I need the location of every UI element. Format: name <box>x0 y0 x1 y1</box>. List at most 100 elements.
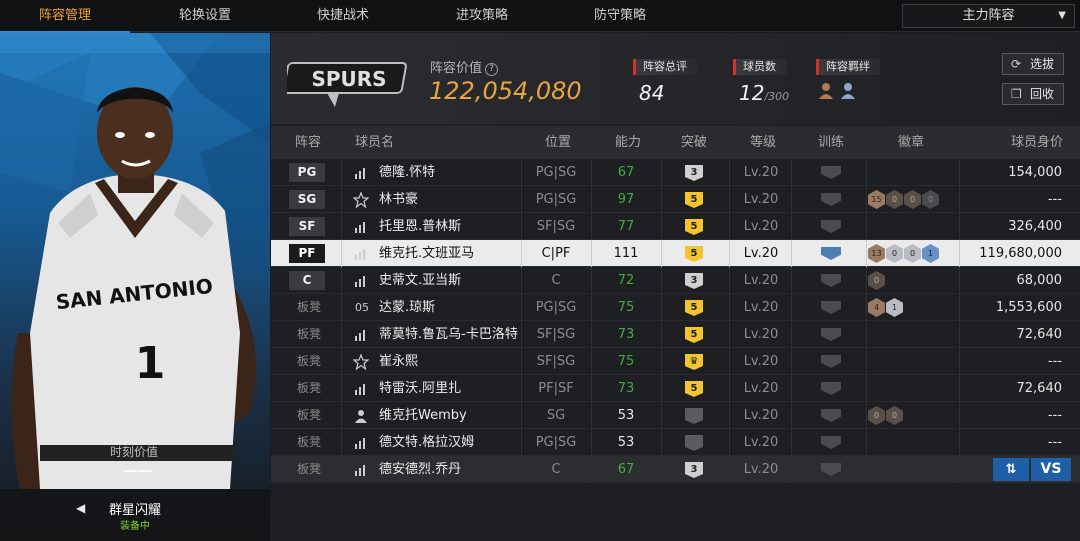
badge-group[interactable]: 41 <box>868 298 904 317</box>
recycle-button[interactable]: ❐ 回收 <box>1002 83 1064 105</box>
copy-icon: ❐ <box>1011 87 1022 101</box>
col-level[interactable]: 等级 <box>750 126 776 159</box>
swap-button[interactable]: ⇅ <box>993 458 1029 481</box>
training-crown-icon[interactable] <box>821 247 841 260</box>
divider <box>661 159 662 186</box>
col-lineup: 阵容 <box>295 135 322 150</box>
player-positions: PG|SG <box>535 192 577 207</box>
player-level: Lv.20 <box>743 192 779 207</box>
help-icon[interactable]: ? <box>485 63 499 76</box>
breakthrough-badge: 5 <box>685 192 703 208</box>
player-name[interactable]: 蒂莫特.鲁瓦乌-卡巴洛特 <box>379 321 518 348</box>
divider <box>729 402 730 429</box>
player-ability: 73 <box>617 381 635 396</box>
table-row[interactable]: 板凳 崔永熙 SF|SG 75 ♛ Lv.20 --- <box>271 348 1080 375</box>
table-row[interactable]: 板凳 蒂莫特.鲁瓦乌-卡巴洛特 SF|SG 73 5 Lv.20 72,640 <box>271 321 1080 348</box>
badge-icon: 0 <box>868 406 885 425</box>
divider <box>791 348 792 375</box>
col-badges[interactable]: 徽章 <box>898 126 924 159</box>
table-row[interactable]: C 史蒂文.亚当斯 C 72 3 Lv.20 0 68,000 <box>271 267 1080 294</box>
divider <box>341 456 342 483</box>
player-name[interactable]: 托里恩.普林斯 <box>379 213 461 240</box>
badge-group[interactable]: 0 <box>868 271 886 290</box>
training-icon[interactable] <box>821 436 841 449</box>
player-ability: 53 <box>617 408 635 423</box>
training-icon[interactable] <box>821 220 841 233</box>
tab-offense-strategy[interactable]: 进攻策略 <box>417 0 547 32</box>
vs-compare-button[interactable]: VS <box>1031 458 1071 481</box>
divider <box>729 213 730 240</box>
player-name[interactable]: 特雷沃.阿里扎 <box>379 375 461 402</box>
col-player-value[interactable]: 球员身价 <box>1011 126 1063 159</box>
lineup-value: 122,054,080 <box>429 77 582 105</box>
badge-group[interactable]: 00 <box>868 406 904 425</box>
training-icon[interactable] <box>821 409 841 422</box>
training-icon[interactable] <box>821 274 841 287</box>
player-level: Lv.20 <box>743 219 779 234</box>
divider <box>341 375 342 402</box>
table-row[interactable]: SG 林书豪 PG|SG 97 5 Lv.20 15 0 0 0 --- <box>271 186 1080 213</box>
draft-button[interactable]: ⟳ 选拔 <box>1002 53 1064 75</box>
table-row[interactable]: PF 维克托.文班亚马 C|PF 111 5 Lv.20 13 0 0 1 119,680,000 <box>271 240 1080 267</box>
training-icon[interactable] <box>821 355 841 368</box>
player-capacity: /300 <box>764 90 790 103</box>
table-row[interactable]: SF 托里恩.普林斯 SF|SG 77 5 Lv.20 326,400 <box>271 213 1080 240</box>
table-row[interactable]: 板凳 维克托Wemby SG 53 Lv.20 0 0 --- <box>271 402 1080 429</box>
player-name[interactable]: 维克托.文班亚马 <box>379 240 474 267</box>
player-level: Lv.20 <box>743 273 779 288</box>
table-row[interactable]: 板凳 05 达蒙.琼斯 PG|SG 75 5 Lv.20 4 1 1,553,600 <box>271 294 1080 321</box>
player-name[interactable]: 维克托Wemby <box>379 402 467 429</box>
player-positions: PG|SG <box>535 300 577 315</box>
divider <box>729 321 730 348</box>
player-name[interactable]: 德安德烈.乔丹 <box>379 456 461 483</box>
divider <box>866 186 867 213</box>
col-ability[interactable]: 能力 <box>615 126 641 159</box>
lineup-select[interactable]: 主力阵容 ▼ <box>902 4 1075 28</box>
divider <box>341 321 342 348</box>
player-portrait: SAN ANTONIO 1 <box>11 87 256 489</box>
player-level: Lv.20 <box>743 462 779 477</box>
lineup-value-label-text: 阵容价值 <box>430 61 483 76</box>
badge-group[interactable]: 13 0 0 1 <box>868 244 940 263</box>
training-icon[interactable] <box>821 166 841 179</box>
col-breakthrough[interactable]: 突破 <box>681 126 707 159</box>
table-body: PG 德隆.怀特 PG|SG 67 3 Lv.20 154,000 SG 林书豪 PG|SG 97 5… <box>271 159 1080 483</box>
player-name[interactable]: 德隆.怀特 <box>379 159 435 186</box>
player-name[interactable]: 达蒙.琼斯 <box>379 294 435 321</box>
divider <box>661 456 662 483</box>
breakthrough-badge: 3 <box>685 462 703 478</box>
tab-rotation-settings[interactable]: 轮换设置 <box>140 0 270 32</box>
divider <box>341 348 342 375</box>
tab-lineup-management[interactable]: 阵容管理 <box>0 0 130 33</box>
table-row[interactable]: PG 德隆.怀特 PG|SG 67 3 Lv.20 154,000 <box>271 159 1080 186</box>
player-ability: 53 <box>617 435 635 450</box>
player-count: 12 <box>739 81 765 105</box>
col-position[interactable]: 位置 <box>545 126 571 159</box>
training-icon[interactable] <box>821 382 841 395</box>
training-icon[interactable] <box>821 328 841 341</box>
table-row[interactable]: 板凳德安德烈.乔丹C673Lv.206⇅VS <box>271 456 1080 483</box>
player-name[interactable]: 史蒂文.亚当斯 <box>379 267 461 294</box>
bond-icons[interactable] <box>816 81 880 105</box>
col-training[interactable]: 训练 <box>818 126 844 159</box>
divider <box>591 402 592 429</box>
badge-icon: 0 <box>886 190 903 209</box>
tab-defense-strategy[interactable]: 防守策略 <box>555 0 685 32</box>
tab-quick-tactics[interactable]: 快捷战术 <box>278 0 408 32</box>
player-name[interactable]: 林书豪 <box>379 186 418 213</box>
slot-bench-label: 板凳 <box>297 408 322 422</box>
training-icon[interactable] <box>821 463 841 476</box>
table-row[interactable]: 板凳 德文特.格拉汉姆 PG|SG 53 Lv.20 --- <box>271 429 1080 456</box>
player-name[interactable]: 崔永熙 <box>379 348 418 375</box>
training-icon[interactable] <box>821 301 841 314</box>
training-icon[interactable] <box>821 193 841 206</box>
divider <box>591 213 592 240</box>
divider <box>591 240 592 267</box>
divider <box>866 159 867 186</box>
badge-icon: 15 <box>868 190 885 209</box>
moment-value: —— <box>124 463 152 479</box>
player-ability: 75 <box>617 300 635 315</box>
player-name[interactable]: 德文特.格拉汉姆 <box>379 429 474 456</box>
table-row[interactable]: 板凳 特雷沃.阿里扎 PF|SF 73 5 Lv.20 72,640 <box>271 375 1080 402</box>
badge-group[interactable]: 15 0 0 0 <box>868 190 940 209</box>
